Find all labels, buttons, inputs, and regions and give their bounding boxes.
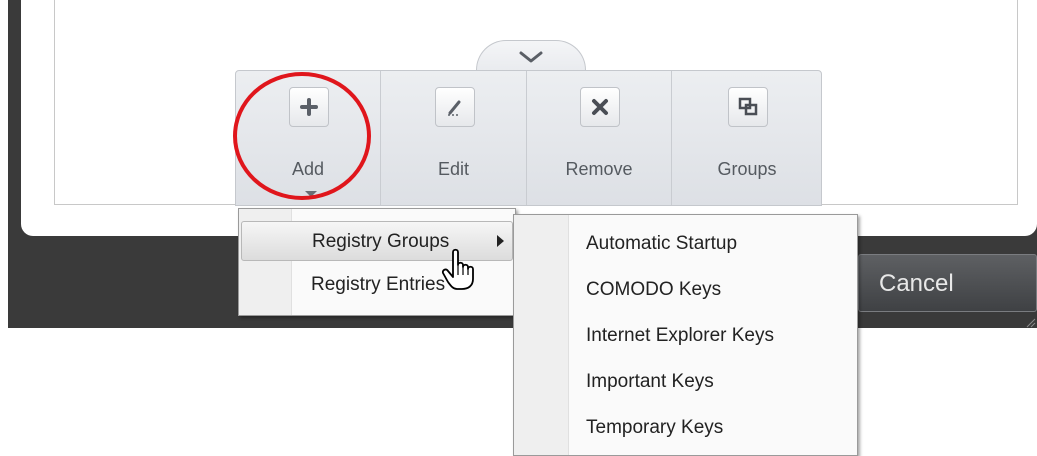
edit-button[interactable]: Edit	[381, 71, 527, 205]
cancel-button[interactable]: Cancel	[858, 254, 1037, 312]
resize-grip-icon[interactable]	[1024, 316, 1036, 328]
submenu-item-automatic-startup[interactable]: Automatic Startup	[586, 233, 737, 255]
groups-button[interactable]: Groups	[672, 71, 822, 205]
remove-button[interactable]: Remove	[527, 71, 672, 205]
x-icon	[580, 87, 620, 127]
submenu-item-internet-explorer-keys[interactable]: Internet Explorer Keys	[586, 325, 774, 347]
registry-groups-submenu: Automatic Startup COMODO Keys Internet E…	[513, 214, 858, 456]
submenu-arrow-icon	[497, 235, 504, 247]
menu-item-label: Registry Groups	[312, 231, 450, 252]
submenu-item-important-keys[interactable]: Important Keys	[586, 371, 714, 393]
groups-icon	[728, 87, 768, 127]
groups-button-label: Groups	[717, 159, 777, 179]
submenu-item-comodo-keys[interactable]: COMODO Keys	[586, 279, 721, 301]
add-highlight-circle	[233, 72, 371, 200]
menu-item-label: Registry Entries	[311, 274, 446, 295]
submenu-item-temporary-keys[interactable]: Temporary Keys	[586, 417, 723, 439]
remove-button-label: Remove	[565, 159, 633, 179]
pencil-icon	[434, 87, 475, 127]
hand-cursor-icon	[441, 248, 474, 290]
chevron-down-icon	[519, 51, 543, 63]
edit-button-label: Edit	[437, 159, 470, 179]
submenu-gutter	[514, 215, 569, 455]
